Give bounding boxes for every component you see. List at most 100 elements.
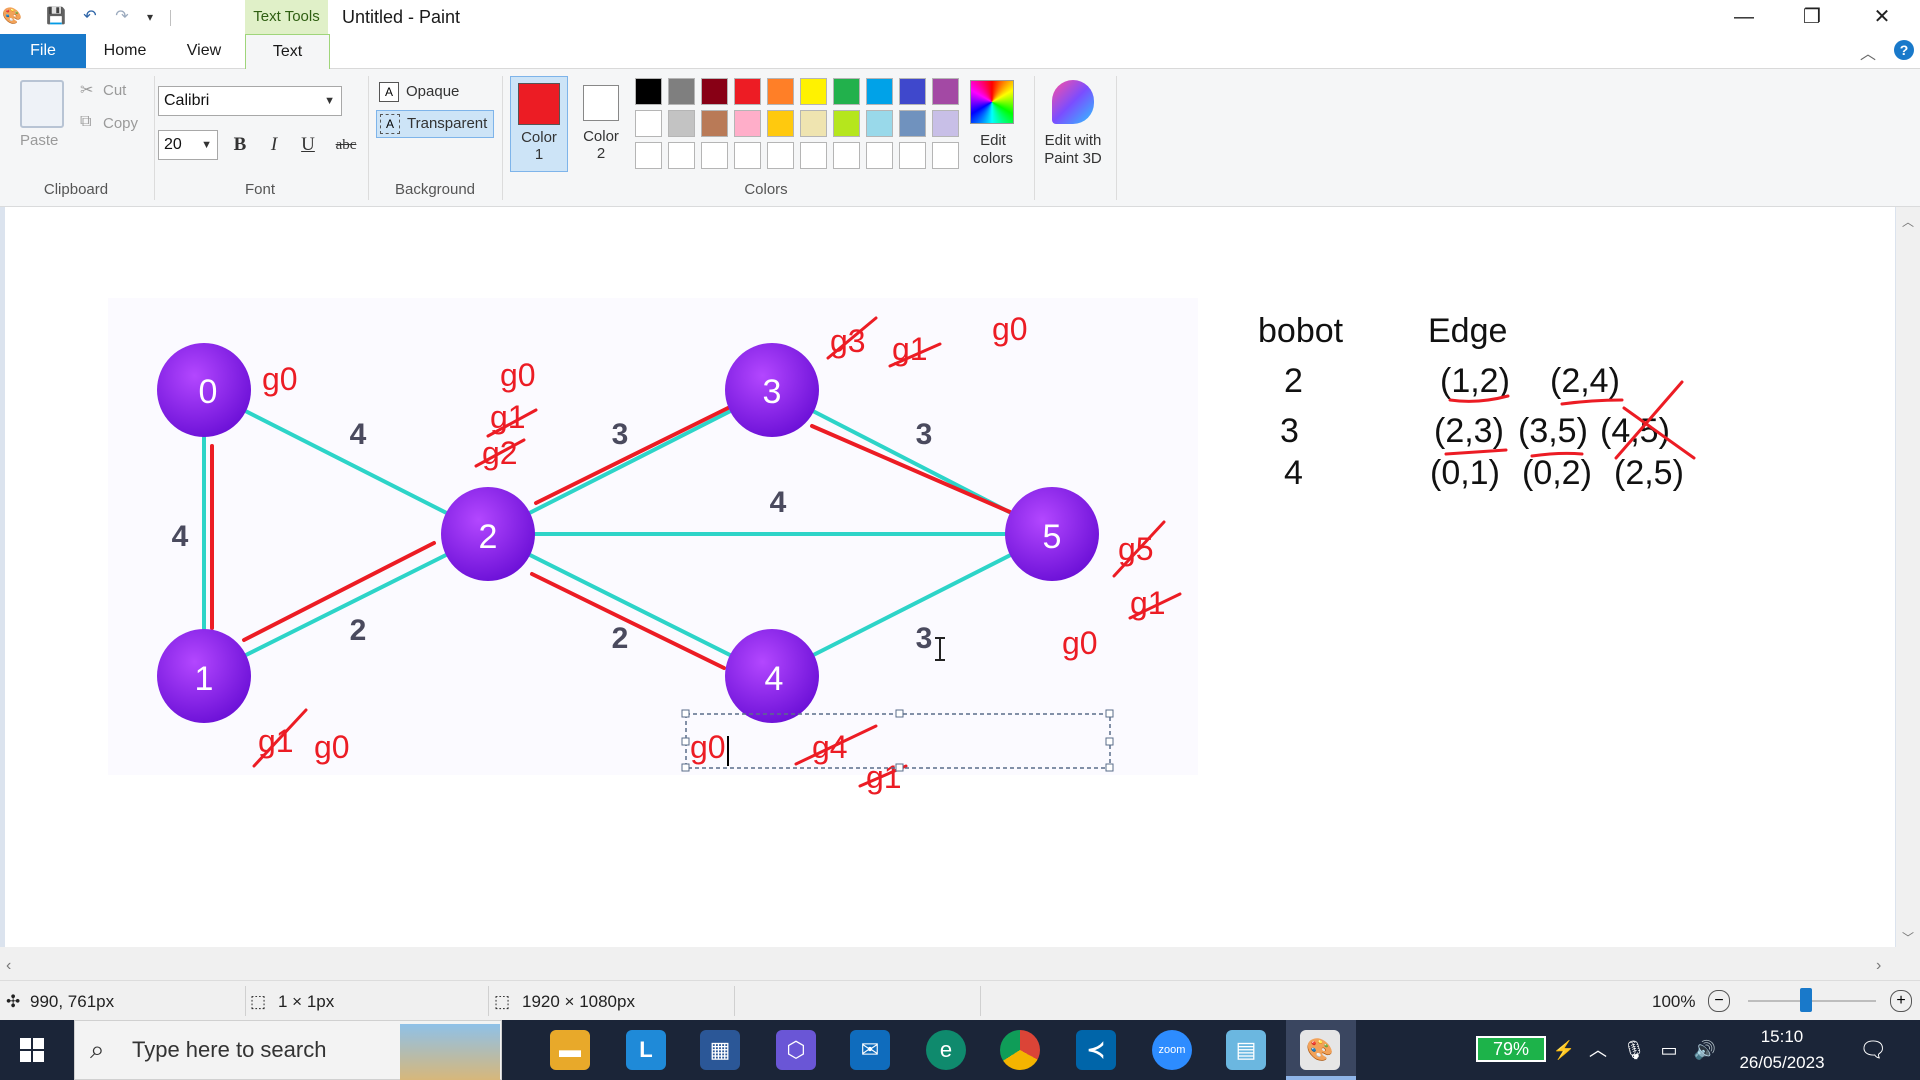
status-separator	[488, 986, 489, 1016]
weight-0-1: 4	[172, 520, 189, 553]
chrome-icon[interactable]	[1000, 1030, 1040, 1070]
battery-tray-icon[interactable]: ▭	[1656, 1020, 1682, 1080]
microphone-icon[interactable]: 🎙	[1622, 1020, 1646, 1080]
mst-mark-3-5	[810, 424, 1012, 514]
node-label-5: 5	[1043, 518, 1062, 556]
resize-handle[interactable]	[895, 763, 904, 772]
weight-2-3: 3	[612, 418, 629, 451]
annotation-n1-g0: g0	[314, 729, 350, 765]
annotation-n3-g0: g0	[992, 311, 1028, 347]
clock-date: 26/05/2023	[1739, 1053, 1825, 1072]
resize-handle[interactable]	[895, 709, 904, 718]
scroll-down-icon[interactable]: ﹀	[1902, 929, 1914, 946]
annotation-n2-g0: g0	[500, 357, 536, 393]
active-indicator	[1286, 1076, 1356, 1080]
underline-2-4	[1560, 398, 1624, 406]
resize-handle[interactable]	[1105, 763, 1114, 772]
resize-handle[interactable]	[681, 709, 690, 718]
edge-1-2	[203, 532, 489, 678]
ibeam-cursor	[935, 637, 945, 661]
table-cell-edge: (0,2)	[1522, 454, 1592, 492]
paint-taskbar-icon[interactable]: 🎨	[1300, 1030, 1340, 1070]
weight-0-2: 4	[350, 418, 367, 451]
zoom-out-button[interactable]: −	[1708, 990, 1730, 1012]
node-label-3: 3	[763, 373, 782, 411]
weight-2-5: 4	[770, 486, 787, 519]
zoom-slider-thumb[interactable]	[1800, 988, 1812, 1012]
table-cell-edge: (0,1)	[1430, 454, 1500, 492]
edge-4-5	[771, 532, 1053, 678]
node-label-1: 1	[195, 660, 214, 698]
battery-indicator[interactable]: 79%	[1476, 1036, 1546, 1062]
zoom-level: 100%	[1652, 992, 1696, 1011]
graph-drawing: 0 1 2 3 4 5 4 4 2 3 4 2 3 3 g0 g0 g1 g2 …	[157, 311, 1696, 795]
windows-start-icon[interactable]	[20, 1038, 44, 1062]
node-label-0: 0	[199, 373, 218, 411]
battery-percent: 79%	[1492, 1039, 1530, 1059]
scroll-left-icon[interactable]: ‹	[6, 957, 11, 975]
table-cell-edge: (2,5)	[1614, 454, 1684, 492]
edge-0-2	[203, 388, 489, 536]
vscode-icon[interactable]: ≺	[1076, 1030, 1116, 1070]
scroll-up-icon[interactable]: ︿	[1902, 213, 1914, 230]
zoom-slider-track[interactable]	[1748, 1000, 1876, 1002]
volume-icon[interactable]: 🔊	[1692, 1020, 1718, 1080]
search-icon: ⌕	[90, 1034, 105, 1064]
file-explorer-icon[interactable]: ▬	[550, 1030, 590, 1070]
table-header-edge: Edge	[1428, 312, 1507, 350]
table-cell-edge: (2,3)	[1434, 412, 1504, 450]
weight-1-2: 2	[350, 614, 367, 647]
selection-size-icon: ⬚	[250, 992, 267, 1011]
image-size-icon: ⬚	[494, 992, 511, 1011]
resize-handle[interactable]	[681, 737, 690, 746]
weight-2-4: 2	[612, 622, 629, 655]
clock-time: 15:10	[1760, 1027, 1804, 1046]
node-label-4: 4	[765, 660, 784, 698]
mst-mark-1-2	[242, 541, 436, 642]
app-l-icon[interactable]: L	[626, 1030, 666, 1070]
cursor-position-icon: ✣	[6, 992, 21, 1011]
annotation-n5-g5: g5	[1118, 531, 1154, 567]
status-separator	[734, 986, 735, 1016]
resize-handle[interactable]	[1105, 709, 1114, 718]
annotation-n4-g0: g0	[690, 729, 726, 765]
search-highlight-image	[400, 1024, 500, 1080]
selection-size: 1 × 1px	[278, 992, 335, 1011]
power-plug-icon[interactable]: ⚡	[1552, 1020, 1576, 1080]
status-separator	[245, 986, 246, 1016]
mst-mark-2-3	[534, 406, 730, 505]
status-separator	[980, 986, 981, 1016]
node-label-2: 2	[479, 518, 498, 556]
resize-handle[interactable]	[1105, 737, 1114, 746]
annotation-n0-g0: g0	[262, 361, 298, 397]
table-row-weight: 4	[1284, 454, 1303, 492]
table-cell-edge: (1,2)	[1440, 362, 1510, 400]
show-hidden-icons-icon[interactable]: ︿	[1586, 1020, 1610, 1080]
annotation-n5-g0: g0	[1062, 625, 1098, 661]
table-row-weight: 2	[1284, 362, 1303, 400]
edge-2-4	[487, 532, 773, 678]
search-placeholder: Type here to search	[132, 1037, 327, 1062]
microsoft-store-icon[interactable]: ▦	[700, 1030, 740, 1070]
table-cell-edge: (4,5)	[1600, 412, 1670, 450]
table-header-weight: bobot	[1258, 312, 1344, 350]
image-size: 1920 × 1080px	[522, 992, 635, 1011]
scroll-right-icon[interactable]: ›	[1876, 957, 1881, 975]
zoom-in-button[interactable]: +	[1890, 990, 1912, 1012]
resize-handle[interactable]	[681, 763, 690, 772]
vertical-scrollbar[interactable]: ︿ ﹀	[1896, 207, 1920, 947]
mail-icon[interactable]: ✉	[850, 1030, 890, 1070]
app-hexagon-icon[interactable]: ⬡	[776, 1030, 816, 1070]
edge-icon[interactable]: e	[926, 1030, 966, 1070]
weight-3-5: 3	[916, 418, 933, 451]
table-cell-edge: (2,4)	[1550, 362, 1620, 400]
zoom-icon[interactable]: zoom	[1152, 1030, 1192, 1070]
notepad-icon[interactable]: ▤	[1226, 1030, 1266, 1070]
weight-4-5: 3	[916, 622, 933, 655]
table-row-weight: 3	[1280, 412, 1299, 450]
taskbar-clock[interactable]: 15:10 26/05/2023	[1736, 1024, 1828, 1076]
horizontal-scrollbar[interactable]: ‹ ›	[0, 955, 1896, 979]
cursor-position: 990, 761px	[30, 992, 115, 1011]
notifications-icon[interactable]: 🗨	[1856, 1020, 1890, 1080]
table-cell-edge: (3,5)	[1518, 412, 1588, 450]
